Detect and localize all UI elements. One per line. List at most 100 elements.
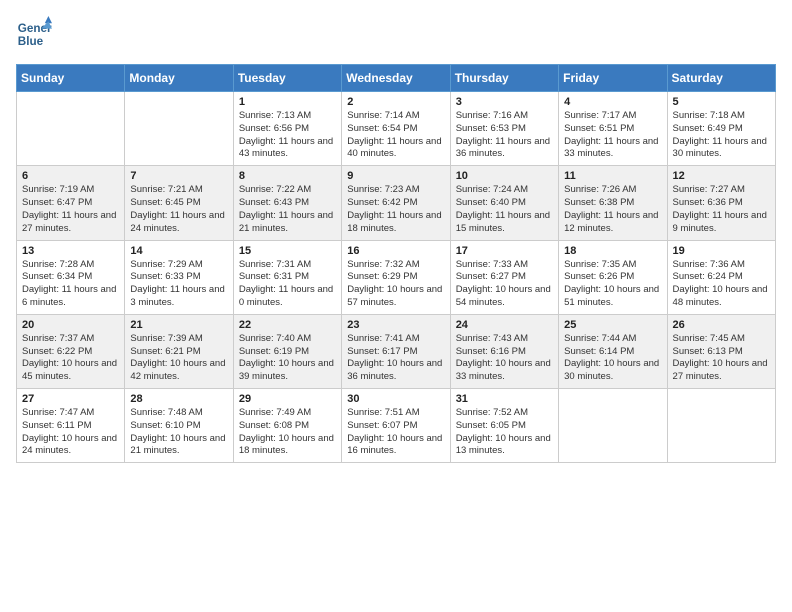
- calendar-cell: 18 Sunrise: 7:35 AM Sunset: 6:26 PM Dayli…: [559, 240, 667, 314]
- weekday-header-thursday: Thursday: [450, 65, 558, 92]
- cell-info: Sunrise: 7:33 AM Sunset: 6:27 PM Dayligh…: [456, 259, 553, 310]
- cell-info: Sunrise: 7:32 AM Sunset: 6:29 PM Dayligh…: [347, 259, 444, 310]
- calendar-row-0: 1 Sunrise: 7:13 AM Sunset: 6:56 PM Daylig…: [17, 92, 776, 166]
- calendar-cell: 31 Sunrise: 7:52 AM Sunset: 6:05 PM Dayli…: [450, 389, 558, 463]
- calendar-cell: 29Sunrise: 7:49 AM Sunset: 6:08 PM Dayli…: [233, 389, 341, 463]
- calendar-cell: 28 Sunrise: 7:48 AM Sunset: 6:10 PM Dayli…: [125, 389, 233, 463]
- weekday-header-row: SundayMondayTuesdayWednesdayThursdayFrid…: [17, 65, 776, 92]
- calendar-cell: 19 Sunrise: 7:36 AM Sunset: 6:24 PM Dayli…: [667, 240, 775, 314]
- day-number: 23: [347, 319, 444, 331]
- weekday-header-wednesday: Wednesday: [342, 65, 450, 92]
- cell-info: Sunrise: 7:39 AM Sunset: 6:21 PM Dayligh…: [130, 333, 227, 384]
- calendar-cell: 26Sunrise: 7:45 AM Sunset: 6:13 PM Dayli…: [667, 314, 775, 388]
- day-number: 26: [673, 319, 770, 331]
- cell-info: Sunrise: 7:28 AM Sunset: 6:34 PM Dayligh…: [22, 259, 119, 310]
- page-header: General Blue: [16, 16, 776, 52]
- day-number: 30: [347, 393, 444, 405]
- calendar-table: SundayMondayTuesdayWednesdayThursdayFrid…: [16, 64, 776, 463]
- calendar-cell: 30 Sunrise: 7:51 AM Sunset: 6:07 PM Dayli…: [342, 389, 450, 463]
- calendar-cell: 6 Sunrise: 7:19 AM Sunset: 6:47 PM Daylig…: [17, 166, 125, 240]
- day-number: 6: [22, 170, 119, 182]
- calendar-cell: 1 Sunrise: 7:13 AM Sunset: 6:56 PM Daylig…: [233, 92, 341, 166]
- day-number: 15: [239, 245, 336, 257]
- calendar-cell: 3 Sunrise: 7:16 AM Sunset: 6:53 PM Daylig…: [450, 92, 558, 166]
- calendar-cell: 11Sunrise: 7:26 AM Sunset: 6:38 PM Dayli…: [559, 166, 667, 240]
- calendar-cell: 21 Sunrise: 7:39 AM Sunset: 6:21 PM Dayli…: [125, 314, 233, 388]
- calendar-cell: 2 Sunrise: 7:14 AM Sunset: 6:54 PM Daylig…: [342, 92, 450, 166]
- cell-info: Sunrise: 7:36 AM Sunset: 6:24 PM Dayligh…: [673, 259, 770, 310]
- calendar-cell: 20 Sunrise: 7:37 AM Sunset: 6:22 PM Dayli…: [17, 314, 125, 388]
- cell-info: Sunrise: 7:17 AM Sunset: 6:51 PM Dayligh…: [564, 110, 661, 161]
- logo-icon: General Blue: [16, 16, 52, 52]
- cell-info: Sunrise: 7:44 AM Sunset: 6:14 PM Dayligh…: [564, 333, 661, 384]
- cell-info: Sunrise: 7:19 AM Sunset: 6:47 PM Dayligh…: [22, 184, 119, 235]
- day-number: 21: [130, 319, 227, 331]
- day-number: 24: [456, 319, 553, 331]
- cell-info: Sunrise: 7:37 AM Sunset: 6:22 PM Dayligh…: [22, 333, 119, 384]
- day-number: 5: [673, 96, 770, 108]
- cell-info: Sunrise: 7:16 AM Sunset: 6:53 PM Dayligh…: [456, 110, 553, 161]
- day-number: 16: [347, 245, 444, 257]
- day-number: 20: [22, 319, 119, 331]
- weekday-header-monday: Monday: [125, 65, 233, 92]
- logo: General Blue: [16, 16, 52, 52]
- day-number: 13: [22, 245, 119, 257]
- cell-info: Sunrise: 7:41 AM Sunset: 6:17 PM Dayligh…: [347, 333, 444, 384]
- cell-info: Sunrise: 7:22 AM Sunset: 6:43 PM Dayligh…: [239, 184, 336, 235]
- day-number: 10: [456, 170, 553, 182]
- calendar-cell: [559, 389, 667, 463]
- calendar-cell: 12Sunrise: 7:27 AM Sunset: 6:36 PM Dayli…: [667, 166, 775, 240]
- calendar-cell: 7 Sunrise: 7:21 AM Sunset: 6:45 PM Daylig…: [125, 166, 233, 240]
- day-number: 1: [239, 96, 336, 108]
- calendar-cell: [17, 92, 125, 166]
- cell-info: Sunrise: 7:48 AM Sunset: 6:10 PM Dayligh…: [130, 407, 227, 458]
- cell-info: Sunrise: 7:14 AM Sunset: 6:54 PM Dayligh…: [347, 110, 444, 161]
- day-number: 27: [22, 393, 119, 405]
- day-number: 18: [564, 245, 661, 257]
- weekday-header-sunday: Sunday: [17, 65, 125, 92]
- calendar-cell: [667, 389, 775, 463]
- calendar-cell: 5 Sunrise: 7:18 AM Sunset: 6:49 PM Daylig…: [667, 92, 775, 166]
- cell-info: Sunrise: 7:26 AM Sunset: 6:38 PM Dayligh…: [564, 184, 661, 235]
- cell-info: Sunrise: 7:24 AM Sunset: 6:40 PM Dayligh…: [456, 184, 553, 235]
- cell-info: Sunrise: 7:13 AM Sunset: 6:56 PM Dayligh…: [239, 110, 336, 161]
- calendar-row-1: 6 Sunrise: 7:19 AM Sunset: 6:47 PM Daylig…: [17, 166, 776, 240]
- cell-info: Sunrise: 7:51 AM Sunset: 6:07 PM Dayligh…: [347, 407, 444, 458]
- day-number: 2: [347, 96, 444, 108]
- cell-info: Sunrise: 7:43 AM Sunset: 6:16 PM Dayligh…: [456, 333, 553, 384]
- day-number: 3: [456, 96, 553, 108]
- day-number: 31: [456, 393, 553, 405]
- cell-info: Sunrise: 7:18 AM Sunset: 6:49 PM Dayligh…: [673, 110, 770, 161]
- day-number: 19: [673, 245, 770, 257]
- cell-info: Sunrise: 7:35 AM Sunset: 6:26 PM Dayligh…: [564, 259, 661, 310]
- calendar-cell: 4 Sunrise: 7:17 AM Sunset: 6:51 PM Daylig…: [559, 92, 667, 166]
- cell-info: Sunrise: 7:31 AM Sunset: 6:31 PM Dayligh…: [239, 259, 336, 310]
- calendar-cell: 14Sunrise: 7:29 AM Sunset: 6:33 PM Dayli…: [125, 240, 233, 314]
- calendar-cell: 23 Sunrise: 7:41 AM Sunset: 6:17 PM Dayli…: [342, 314, 450, 388]
- day-number: 28: [130, 393, 227, 405]
- day-number: 8: [239, 170, 336, 182]
- calendar-cell: 17 Sunrise: 7:33 AM Sunset: 6:27 PM Dayli…: [450, 240, 558, 314]
- day-number: 4: [564, 96, 661, 108]
- cell-info: Sunrise: 7:21 AM Sunset: 6:45 PM Dayligh…: [130, 184, 227, 235]
- day-number: 25: [564, 319, 661, 331]
- day-number: 7: [130, 170, 227, 182]
- cell-info: Sunrise: 7:29 AM Sunset: 6:33 PM Dayligh…: [130, 259, 227, 310]
- weekday-header-saturday: Saturday: [667, 65, 775, 92]
- weekday-header-friday: Friday: [559, 65, 667, 92]
- calendar-cell: 22Sunrise: 7:40 AM Sunset: 6:19 PM Dayli…: [233, 314, 341, 388]
- calendar-cell: 27Sunrise: 7:47 AM Sunset: 6:11 PM Dayli…: [17, 389, 125, 463]
- cell-info: Sunrise: 7:40 AM Sunset: 6:19 PM Dayligh…: [239, 333, 336, 384]
- day-number: 12: [673, 170, 770, 182]
- calendar-cell: 24 Sunrise: 7:43 AM Sunset: 6:16 PM Dayli…: [450, 314, 558, 388]
- svg-text:Blue: Blue: [18, 35, 44, 48]
- calendar-cell: [125, 92, 233, 166]
- calendar-row-2: 13 Sunrise: 7:28 AM Sunset: 6:34 PM Dayli…: [17, 240, 776, 314]
- weekday-header-tuesday: Tuesday: [233, 65, 341, 92]
- day-number: 17: [456, 245, 553, 257]
- calendar-cell: 15 Sunrise: 7:31 AM Sunset: 6:31 PM Dayli…: [233, 240, 341, 314]
- calendar-row-3: 20 Sunrise: 7:37 AM Sunset: 6:22 PM Dayli…: [17, 314, 776, 388]
- calendar-cell: 25 Sunrise: 7:44 AM Sunset: 6:14 PM Dayli…: [559, 314, 667, 388]
- cell-info: Sunrise: 7:52 AM Sunset: 6:05 PM Dayligh…: [456, 407, 553, 458]
- cell-info: Sunrise: 7:49 AM Sunset: 6:08 PM Dayligh…: [239, 407, 336, 458]
